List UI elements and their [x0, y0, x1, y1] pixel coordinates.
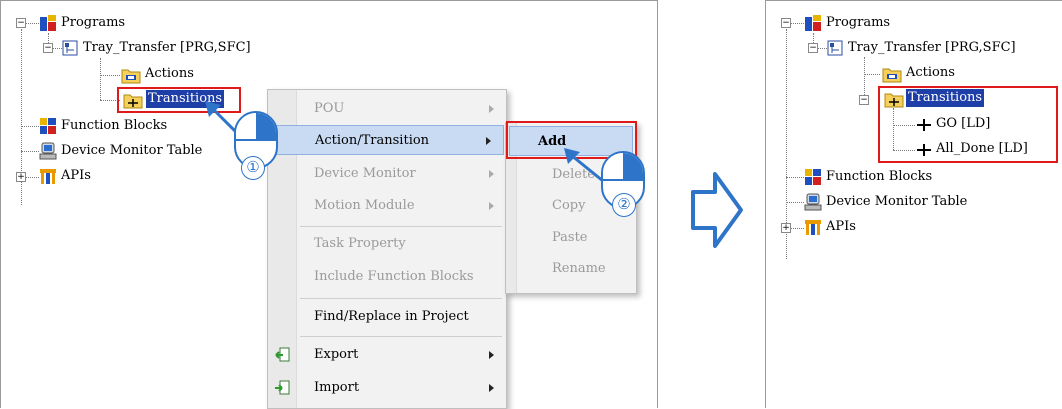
menu-item-label: Copy [552, 198, 586, 213]
tree-item-label: APIs [61, 168, 91, 183]
sfc-program-icon [827, 40, 843, 56]
tree-line [786, 202, 804, 203]
collapse-toggle[interactable]: − [808, 43, 818, 53]
menu-item-label: Device Monitor [314, 166, 416, 181]
menu-item-pou[interactable]: POU [268, 94, 506, 124]
menu-item-motion-module[interactable]: Motion Module [268, 191, 506, 221]
project-tree-panel-before: − Programs − Tray_Transfer [PRG,SFC] Act… [0, 0, 658, 409]
sfc-program-icon [62, 40, 78, 56]
expand-toggle[interactable]: + [16, 172, 26, 182]
highlight-box [878, 86, 1058, 163]
menu-separator [300, 226, 502, 227]
function-blocks-icon [40, 118, 56, 134]
project-tree-panel-after: − Programs − Tray_Transfer [PRG,SFC] Act… [765, 0, 1062, 408]
tree-item-label: Programs [61, 15, 126, 30]
menu-item-label: Include Function Blocks [314, 269, 474, 284]
programs-icon [805, 15, 821, 31]
collapse-toggle[interactable]: − [859, 95, 869, 105]
tree-line [21, 151, 39, 152]
tree-item-label: Tray_Transfer [PRG,SFC] [848, 40, 1016, 55]
submenu-arrow-icon [489, 105, 494, 113]
device-monitor-icon [804, 193, 822, 211]
tree-item-label: Device Monitor Table [61, 143, 203, 158]
collapse-toggle[interactable]: − [43, 43, 53, 53]
tree-item-label: Function Blocks [61, 118, 168, 133]
tree-line [864, 57, 865, 97]
actions-folder-icon [882, 68, 902, 83]
tree-line [786, 177, 804, 178]
collapse-toggle[interactable]: − [781, 18, 791, 28]
menu-item-label: Task Property [314, 236, 406, 251]
export-icon [275, 347, 290, 362]
submenu-item-paste[interactable]: Paste [506, 223, 636, 253]
menu-item-import[interactable]: Import [268, 373, 506, 403]
menu-item-label: Action/Transition [315, 133, 430, 148]
import-icon [275, 380, 290, 395]
submenu-arrow-icon [489, 202, 494, 210]
tree-item-label: Device Monitor Table [826, 194, 968, 209]
apis-icon [40, 169, 56, 184]
step-1-badge: ① [241, 156, 265, 180]
menu-item-label: Import [314, 380, 360, 395]
menu-separator [300, 336, 502, 337]
menu-separator [300, 298, 502, 299]
tree-item-label: Tray_Transfer [PRG,SFC] [83, 40, 251, 55]
collapse-toggle[interactable]: − [16, 18, 26, 28]
tree-item-label: Function Blocks [826, 169, 933, 184]
menu-item-label: Paste [552, 230, 588, 245]
expand-toggle[interactable]: + [781, 223, 791, 233]
submenu-arrow-icon [489, 170, 494, 178]
submenu-arrow-icon [486, 137, 491, 145]
menu-item-action-transition[interactable]: Action/Transition [270, 125, 504, 155]
tree-line [21, 126, 39, 127]
tree-line [100, 75, 120, 76]
tree-line [864, 74, 880, 75]
function-blocks-icon [805, 169, 821, 185]
menu-item-device-monitor[interactable]: Device Monitor [268, 159, 506, 189]
tree-line [791, 228, 804, 229]
apis-icon [805, 220, 821, 235]
programs-icon [40, 15, 56, 31]
menu-item-label: Motion Module [314, 198, 415, 213]
menu-item-label: Find/Replace in Project [314, 309, 469, 324]
tree-item-label: Programs [826, 15, 891, 30]
menu-item-task-property[interactable]: Task Property [268, 229, 506, 259]
menu-item-find-replace[interactable]: Find/Replace in Project [268, 302, 506, 332]
menu-item-include-function-blocks[interactable]: Include Function Blocks [268, 262, 506, 292]
next-step-arrow-icon [691, 172, 743, 248]
menu-item-label: Rename [552, 261, 606, 276]
tree-item-label: Actions [145, 66, 194, 81]
tree-line [26, 177, 39, 178]
tree-item-label: APIs [826, 219, 856, 234]
menu-item-label: Export [314, 347, 359, 362]
tree-line [100, 58, 101, 100]
device-monitor-icon [39, 142, 57, 160]
submenu-arrow-icon [489, 351, 494, 359]
tree-item-label: Actions [906, 65, 955, 80]
submenu-arrow-icon [489, 384, 494, 392]
context-menu: POU Action/Transition Device Monitor Mot… [267, 89, 507, 409]
submenu-item-rename[interactable]: Rename [506, 254, 636, 284]
step-2-badge: ② [612, 193, 636, 217]
menu-item-label: POU [314, 101, 345, 116]
actions-folder-icon [121, 69, 141, 84]
menu-item-export[interactable]: Export [268, 340, 506, 370]
